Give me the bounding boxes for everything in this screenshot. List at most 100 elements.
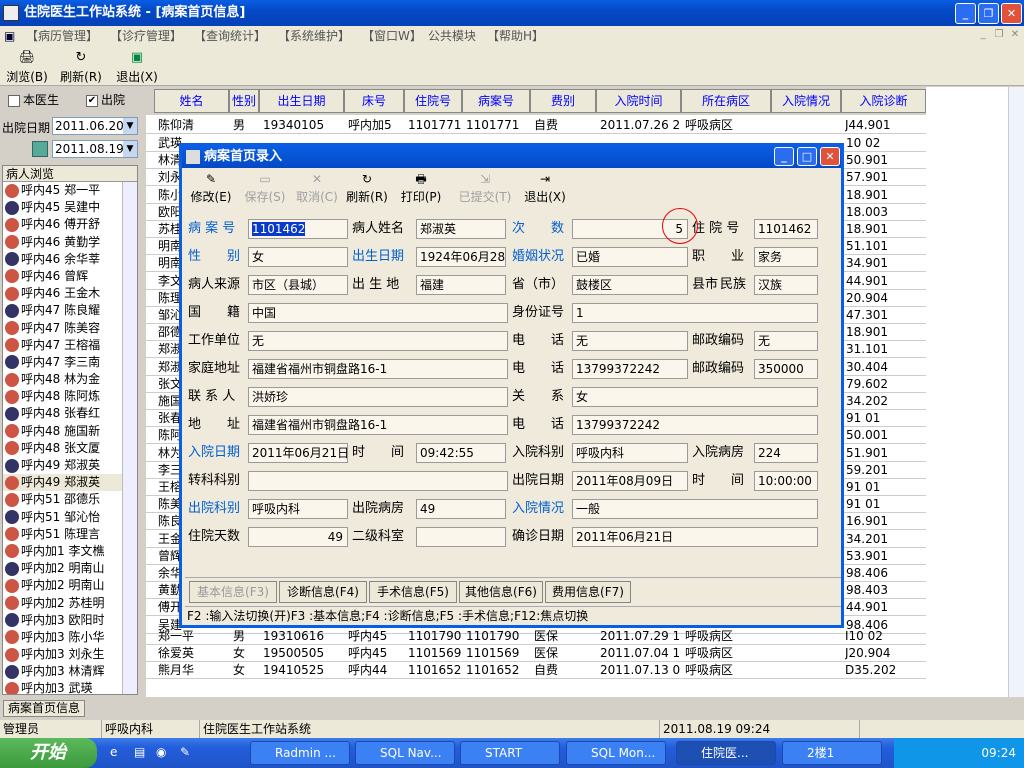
grid-header-9[interactable]: 入院情况 — [771, 89, 841, 113]
dialog-toolbar-button-1[interactable]: ▭ 保存(S) — [240, 172, 290, 206]
menu-query[interactable]: 【查询统计】 — [194, 26, 266, 46]
discharged-checkbox[interactable]: ✔ 出院 — [86, 91, 125, 108]
field-input-country[interactable]: 中国 — [248, 303, 508, 323]
exit-button[interactable]: ▣ 退出(X) — [112, 50, 162, 85]
field-input-sex[interactable]: 女 — [248, 247, 348, 267]
menu-treatment[interactable]: 【诊疗管理】 — [110, 26, 182, 46]
field-input-bah[interactable]: 1101462 — [248, 219, 348, 239]
field-input-zyh[interactable]: 1101462 — [754, 219, 818, 239]
list-item[interactable]: 呼内45 吴建中 — [3, 199, 137, 216]
table-row[interactable]: 郑一平 男 19310616 呼内45 1101790 1101790 医保 2011.07.… — [146, 628, 926, 645]
table-row[interactable]: 陈仰清 男 19340105 呼内加5 1101771 1101771 自费 2011.07.… — [146, 117, 926, 134]
field-input-indate[interactable]: 2011年06月21日 — [248, 443, 348, 463]
list-item[interactable]: 呼内47 陈美容 — [3, 320, 137, 337]
list-item[interactable]: 呼内加3 欧阳时 — [3, 612, 137, 629]
minimize-button[interactable]: _ — [955, 3, 976, 24]
field-input-incond[interactable]: 一般 — [572, 499, 818, 519]
list-item[interactable]: 呼内51 陈理言 — [3, 526, 137, 543]
table-row[interactable]: 徐爱英 女 19500505 呼内45 1101569 1101569 医保 2011.07.… — [146, 645, 926, 662]
dialog-minimize-button[interactable]: _ — [774, 147, 794, 166]
browse-button[interactable]: 🖨 浏览(B) — [2, 50, 52, 85]
field-input-tel1[interactable]: 无 — [572, 331, 688, 351]
list-item[interactable]: 呼内加3 武瑛 — [3, 680, 137, 694]
menu-record[interactable]: 【病历管理】 — [26, 26, 98, 46]
field-input-contact[interactable]: 洪娇珍 — [248, 387, 508, 407]
field-input-time1[interactable]: 09:42:55 — [416, 443, 506, 463]
dialog-close-button[interactable]: ✕ — [820, 147, 840, 166]
tab-0[interactable]: 基本信息(F3) — [189, 581, 277, 603]
list-item[interactable]: 呼内46 曾辉 — [3, 268, 137, 285]
field-input-birth[interactable]: 1924年06月28日 — [416, 247, 506, 267]
list-item[interactable]: 呼内48 林为金 — [3, 371, 137, 388]
dialog-toolbar-button-2[interactable]: ✕ 取消(C) — [292, 172, 342, 206]
field-input-bplace[interactable]: 福建 — [416, 275, 506, 295]
mdi-minimize-icon[interactable]: _ — [976, 28, 990, 42]
date-to-picker[interactable]: 2011.08.19 ▼ — [52, 140, 138, 158]
grid-header-4[interactable]: 住院号 — [404, 89, 462, 113]
list-item[interactable]: 呼内加1 李文樵 — [3, 543, 137, 560]
grid-header-2[interactable]: 出生日期 — [259, 89, 344, 113]
grid-header-10[interactable]: 入院诊断 — [841, 89, 926, 113]
tool-icon[interactable]: ✎ — [180, 745, 190, 759]
field-input-zip1[interactable]: 无 — [754, 331, 818, 351]
menu-system[interactable]: 【系统维护】 — [278, 26, 350, 46]
ie-icon[interactable]: e — [110, 745, 117, 759]
grid-header-7[interactable]: 入院时间 — [596, 89, 681, 113]
field-input-outroom[interactable]: 49 — [416, 499, 506, 519]
field-input-id[interactable]: 1 — [572, 303, 818, 323]
refresh-button[interactable]: ↻ 刷新(R) — [56, 50, 106, 85]
menu-help[interactable]: 【帮助H】 — [487, 26, 544, 46]
grid-header-6[interactable]: 费别 — [530, 89, 596, 113]
list-item[interactable]: 呼内加3 陈小华 — [3, 629, 137, 646]
field-input-trans[interactable] — [248, 471, 508, 491]
field-input-zip2[interactable]: 350000 — [754, 359, 818, 379]
dialog-toolbar-button-4[interactable]: 🖶 打印(P) — [396, 172, 446, 206]
grid-header-1[interactable]: 性别 — [229, 89, 259, 113]
list-item[interactable]: 呼内48 张春红 — [3, 405, 137, 422]
taskbar-item-1[interactable]: SQL Nav... — [355, 741, 455, 765]
field-input-days[interactable]: 49 — [248, 527, 348, 547]
list-item[interactable]: 呼内46 王金木 — [3, 285, 137, 302]
menu-public[interactable]: 公共模块 — [428, 26, 476, 46]
grid-header-0[interactable]: 姓名 — [154, 89, 229, 113]
field-input-tel2[interactable]: 13799372242 — [572, 359, 688, 379]
field-input-inroom[interactable]: 224 — [754, 443, 818, 463]
field-input-diagdate[interactable]: 2011年06月21日 — [572, 527, 818, 547]
quicklaunch-icon[interactable]: ▤ — [134, 745, 145, 759]
start-button[interactable]: 开始 — [0, 738, 97, 768]
mdi-restore-icon[interactable]: ❐ — [992, 28, 1006, 42]
field-input-outdept[interactable]: 呼吸内科 — [248, 499, 348, 519]
tab-2[interactable]: 手术信息(F5) — [369, 581, 457, 603]
field-input-job[interactable]: 家务 — [754, 247, 818, 267]
restore-button[interactable]: ❐ — [978, 3, 999, 24]
list-item[interactable]: 呼内46 黄勤学 — [3, 234, 137, 251]
field-input-src[interactable]: 市区（县城） — [248, 275, 348, 295]
field-input-tel3[interactable]: 13799372242 — [572, 415, 818, 435]
list-item[interactable]: 呼内49 郑淑英 — [3, 457, 137, 474]
list-item[interactable]: 呼内加2 苏桂明 — [3, 595, 137, 612]
list-item[interactable]: 呼内加2 明南山 — [3, 560, 137, 577]
list-item[interactable]: 呼内加3 林清辉 — [3, 663, 137, 680]
field-input-prov[interactable]: 鼓楼区 — [572, 275, 688, 295]
field-input-time2[interactable]: 10:00:00 — [754, 471, 818, 491]
list-item[interactable]: 呼内47 陈良耀 — [3, 302, 137, 319]
list-item[interactable]: 呼内加2 明南山 — [3, 577, 137, 594]
dialog-toolbar-button-5[interactable]: ⇲ 已提交(T) — [454, 172, 516, 206]
list-item[interactable]: 呼内48 陈阿炼 — [3, 388, 137, 405]
list-item[interactable]: 呼内46 傅开舒 — [3, 216, 137, 233]
tab-case-info[interactable]: 病案首页信息 — [3, 700, 85, 717]
field-input-work[interactable]: 无 — [248, 331, 508, 351]
taskbar-item-5[interactable]: 2楼1 — [782, 741, 882, 765]
list-item[interactable]: 呼内46 余华莘 — [3, 251, 137, 268]
taskbar-item-3[interactable]: SQL Mon... — [566, 741, 666, 765]
field-input-rel[interactable]: 女 — [572, 387, 818, 407]
dialog-maximize-button[interactable]: □ — [797, 147, 817, 166]
tab-1[interactable]: 诊断信息(F4) — [279, 581, 367, 603]
media-icon[interactable]: ◉ — [156, 745, 166, 759]
taskbar-item-2[interactable]: START — [460, 741, 560, 765]
my-patients-checkbox[interactable]: 本医生 — [8, 91, 59, 108]
dialog-toolbar-button-6[interactable]: ⇥ 退出(X) — [520, 172, 570, 206]
list-item[interactable]: 呼内48 张文厦 — [3, 440, 137, 457]
list-item[interactable]: 呼内48 施国新 — [3, 423, 137, 440]
field-input-outdate[interactable]: 2011年08月09日 — [572, 471, 688, 491]
